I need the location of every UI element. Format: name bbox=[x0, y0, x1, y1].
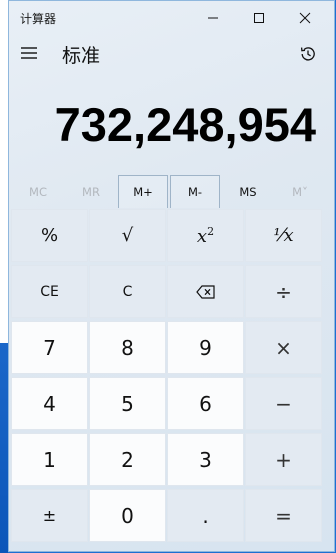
digit-4-label: 4 bbox=[43, 391, 56, 416]
memory-store-button[interactable]: MS bbox=[223, 175, 273, 208]
digit-3-button[interactable]: 3 bbox=[167, 433, 244, 486]
equals-label: = bbox=[275, 503, 292, 528]
divide-button[interactable]: ÷ bbox=[245, 265, 322, 318]
digit-4-button[interactable]: 4 bbox=[11, 377, 88, 430]
negate-label: ± bbox=[42, 506, 57, 525]
memory-add-button[interactable]: M+ bbox=[118, 175, 168, 208]
clear-label: C bbox=[122, 283, 133, 300]
digit-2-label: 2 bbox=[121, 447, 134, 472]
negate-button[interactable]: ± bbox=[11, 489, 88, 542]
digit-8-button[interactable]: 8 bbox=[89, 321, 166, 374]
digit-1-button[interactable]: 1 bbox=[11, 433, 88, 486]
decimal-label: . bbox=[202, 503, 209, 528]
square-root-button[interactable]: √ bbox=[89, 209, 166, 262]
reciprocal-button[interactable]: ⅟x bbox=[245, 209, 322, 262]
minimize-icon bbox=[208, 17, 218, 19]
digit-3-label: 3 bbox=[199, 447, 212, 472]
memory-row: MC MR M+ M- MS M˅ bbox=[11, 175, 334, 209]
percent-button[interactable]: % bbox=[11, 209, 88, 262]
square-button[interactable]: x2 bbox=[167, 209, 244, 262]
clear-button[interactable]: C bbox=[89, 265, 166, 318]
calculator-mode-title: 标准 bbox=[62, 45, 101, 67]
clear-entry-button[interactable]: CE bbox=[11, 265, 88, 318]
subtract-button[interactable]: − bbox=[245, 377, 322, 430]
maximize-button[interactable] bbox=[236, 1, 282, 35]
digit-6-label: 6 bbox=[199, 391, 212, 416]
memory-subtract-button[interactable]: M- bbox=[170, 175, 220, 208]
backspace-button[interactable] bbox=[167, 265, 244, 318]
memory-clear-button[interactable]: MC bbox=[13, 175, 63, 208]
digit-5-label: 5 bbox=[121, 391, 134, 416]
add-button[interactable]: + bbox=[245, 433, 322, 486]
clear-entry-label: CE bbox=[40, 283, 59, 300]
minimize-button[interactable] bbox=[190, 1, 236, 35]
digit-5-button[interactable]: 5 bbox=[89, 377, 166, 430]
backspace-icon bbox=[195, 284, 215, 299]
digit-8-label: 8 bbox=[121, 335, 134, 360]
desktop-background bbox=[0, 0, 8, 553]
add-label: + bbox=[275, 447, 292, 472]
square-label: x2 bbox=[197, 225, 214, 247]
history-icon bbox=[300, 47, 315, 61]
maximize-icon bbox=[254, 13, 264, 23]
digit-1-label: 1 bbox=[43, 447, 56, 472]
digit-7-button[interactable]: 7 bbox=[11, 321, 88, 374]
close-icon bbox=[299, 12, 311, 24]
memory-list-button[interactable]: M˅ bbox=[275, 175, 325, 208]
memory-recall-button[interactable]: MR bbox=[66, 175, 116, 208]
digit-9-button[interactable]: 9 bbox=[167, 321, 244, 374]
window-title: 计算器 bbox=[20, 12, 57, 26]
title-bar: 计算器 bbox=[9, 1, 334, 35]
square-base: x bbox=[196, 225, 208, 247]
multiply-label: × bbox=[275, 335, 292, 360]
decimal-button[interactable]: . bbox=[167, 489, 244, 542]
navigation-menu-button[interactable] bbox=[16, 39, 42, 67]
reciprocal-label: ⅟x bbox=[273, 225, 294, 246]
hamburger-menu-icon bbox=[21, 47, 37, 59]
calculator-window: 计算器 标准 732,248,954 MC MR M+ M- MS M˅ % √… bbox=[8, 0, 335, 552]
percent-label: % bbox=[40, 225, 59, 246]
result-display: 732,248,954 bbox=[54, 98, 316, 151]
divide-label: ÷ bbox=[275, 279, 292, 304]
multiply-button[interactable]: × bbox=[245, 321, 322, 374]
digit-7-label: 7 bbox=[43, 335, 56, 360]
digit-2-button[interactable]: 2 bbox=[89, 433, 166, 486]
digit-9-label: 9 bbox=[199, 335, 212, 360]
subtract-label: − bbox=[275, 391, 292, 416]
close-button[interactable] bbox=[282, 1, 328, 35]
digit-6-button[interactable]: 6 bbox=[167, 377, 244, 430]
square-root-label: √ bbox=[121, 225, 134, 246]
square-exponent: 2 bbox=[207, 224, 215, 238]
digit-0-label: 0 bbox=[121, 503, 134, 528]
digit-0-button[interactable]: 0 bbox=[89, 489, 166, 542]
equals-button[interactable]: = bbox=[245, 489, 322, 542]
history-button[interactable] bbox=[294, 40, 322, 68]
